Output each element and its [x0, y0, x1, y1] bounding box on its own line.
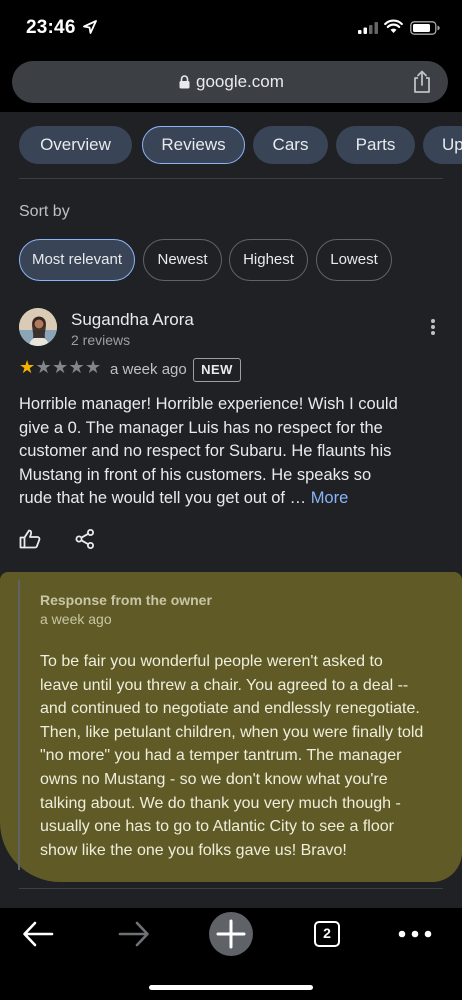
- tabs-icon[interactable]: 2: [314, 921, 340, 947]
- star-empty-icon: ★: [85, 357, 102, 377]
- signal-icon: [358, 22, 378, 34]
- new-badge: NEW: [193, 358, 241, 382]
- plus-icon: [216, 919, 246, 949]
- star-filled-icon: ★: [19, 357, 36, 377]
- lock-icon: [179, 75, 190, 89]
- share-icon[interactable]: [412, 70, 432, 94]
- sort-chip-highest[interactable]: Highest: [229, 239, 308, 281]
- response-text-line: leave until you threw a chair. You agree…: [40, 676, 409, 694]
- response-text-line: usually one has to go to Atlantic City t…: [40, 818, 394, 836]
- home-indicator[interactable]: [149, 985, 313, 990]
- sort-chip-lowest[interactable]: Lowest: [316, 239, 392, 281]
- tab-reviews[interactable]: Reviews: [142, 126, 245, 164]
- review-time: a week ago: [110, 361, 187, 378]
- new-tab-button[interactable]: [209, 912, 253, 956]
- browser-toolbar: 2: [0, 908, 462, 1000]
- response-text: To be fair you wonderful people weren't …: [40, 650, 450, 862]
- response-text-line: "no more" you had a temper tantrum. The …: [40, 747, 402, 765]
- owner-response: Response from the owner a week ago To be…: [0, 572, 462, 882]
- url-text: google.com: [196, 72, 284, 91]
- page-content: Overview Reviews Cars Parts Up Sort by M…: [0, 112, 462, 908]
- browser-url-area: google.com: [0, 56, 462, 112]
- response-title: Response from the owner: [40, 592, 212, 608]
- star-empty-icon: ★: [68, 357, 85, 377]
- more-link[interactable]: More: [311, 489, 349, 507]
- star-empty-icon: ★: [35, 357, 52, 377]
- review-text-line: give a 0. The manager Luis has no respec…: [19, 418, 383, 437]
- sort-chip-newest[interactable]: Newest: [143, 239, 222, 281]
- star-empty-icon: ★: [52, 357, 69, 377]
- wifi-icon: [384, 19, 403, 33]
- avatar[interactable]: [19, 308, 57, 346]
- status-bar: 23:46: [0, 0, 462, 56]
- thumbs-up-icon[interactable]: [19, 529, 41, 549]
- review-text-line: rude that he would tell you get out of ……: [19, 487, 414, 511]
- forward-arrow-icon[interactable]: [118, 920, 150, 948]
- tab-cars[interactable]: Cars: [253, 126, 328, 164]
- reviewer-name[interactable]: Sugandha Arora: [71, 310, 194, 330]
- review-text-line: Horrible manager! Horrible experience! W…: [19, 395, 398, 413]
- response-text-line: Then, like petulant children, when you w…: [40, 723, 424, 741]
- response-text-line: To be fair you wonderful people weren't …: [40, 653, 383, 670]
- sort-label: Sort by: [19, 203, 70, 220]
- response-border: [18, 580, 20, 870]
- review-text: Horrible manager! Horrible experience! W…: [19, 393, 414, 511]
- review-text-line: Mustang in front of his customers. He sp…: [19, 465, 372, 484]
- sort-chip-most-relevant[interactable]: Most relevant: [19, 239, 135, 281]
- more-horiz-icon[interactable]: [398, 930, 432, 938]
- tab-updates[interactable]: Up: [423, 126, 462, 164]
- reviewer-review-count: 2 reviews: [71, 332, 131, 348]
- divider: [19, 178, 443, 179]
- review-text-truncated: rude that he would tell you get out of …: [19, 489, 311, 507]
- share-icon[interactable]: [75, 529, 95, 549]
- tab-overview[interactable]: Overview: [19, 126, 132, 164]
- response-text-line: show like the one you folks gave us! Bra…: [40, 841, 347, 859]
- battery-icon: [410, 21, 440, 35]
- address-bar[interactable]: google.com: [12, 61, 448, 103]
- location-arrow-icon: [83, 20, 97, 34]
- response-text-line: talking about. We do thank you very much…: [40, 794, 401, 812]
- back-arrow-icon[interactable]: [22, 920, 54, 948]
- divider: [19, 888, 443, 889]
- response-text-line: owns no Mustang - so we don't know what …: [40, 770, 388, 788]
- response-text-line: and continued to negotiate and endlessly…: [40, 700, 420, 718]
- tab-parts[interactable]: Parts: [336, 126, 415, 164]
- response-time: a week ago: [40, 611, 112, 627]
- review-text-line: customer and no respect for Subaru. He f…: [19, 442, 392, 460]
- status-time: 23:46: [26, 17, 76, 38]
- more-vert-icon[interactable]: [430, 318, 436, 336]
